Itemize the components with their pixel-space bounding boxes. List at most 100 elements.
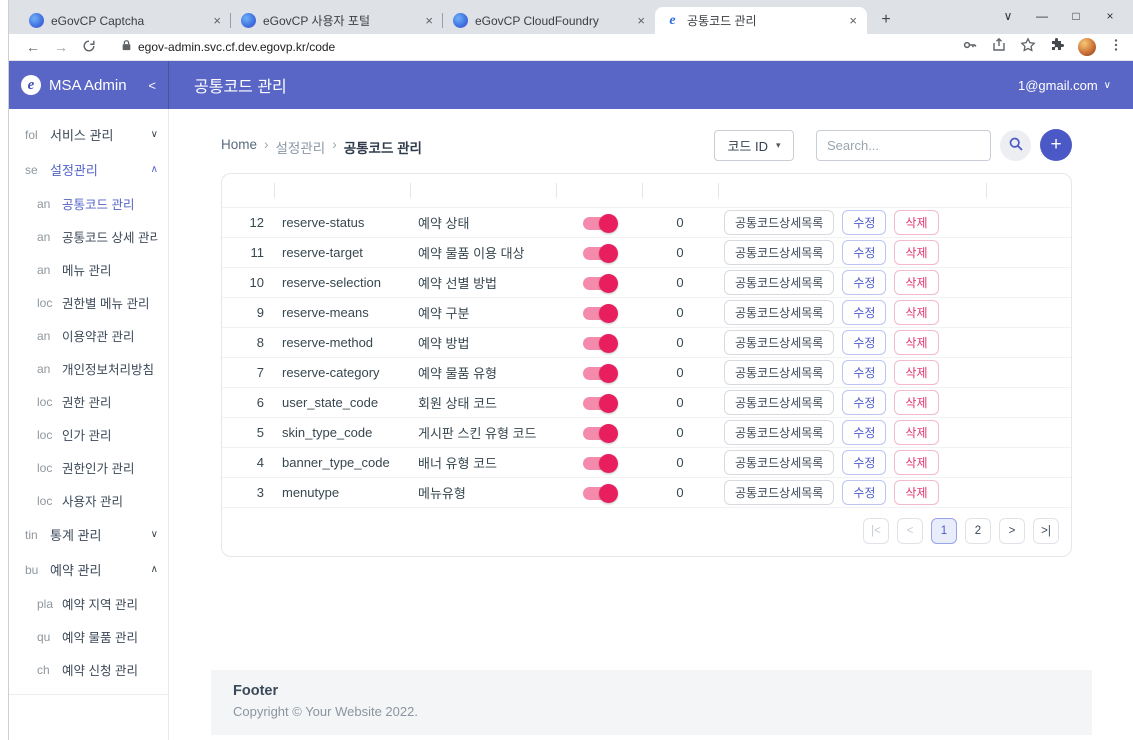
add-code-button[interactable]: + [1040, 129, 1072, 161]
pagination-first-button[interactable]: |< [863, 518, 889, 544]
edit-button[interactable]: 수정 [842, 480, 886, 505]
bookmark-star-icon[interactable] [1020, 37, 1036, 58]
edit-button[interactable]: 수정 [842, 300, 886, 325]
delete-button[interactable]: 삭제 [894, 480, 938, 505]
profile-avatar[interactable] [1078, 38, 1096, 56]
delete-button[interactable]: 삭제 [894, 390, 938, 415]
use-toggle[interactable] [583, 307, 616, 320]
use-toggle[interactable] [583, 367, 616, 380]
sidebar-collapse-icon[interactable]: < [148, 78, 156, 93]
browser-tab[interactable]: e eGovCP 사용자 포털 × [231, 7, 443, 34]
detail-list-button[interactable]: 공통코드상세목록 [724, 480, 834, 505]
browser-tab[interactable]: e eGovCP CloudFoundry × [443, 7, 655, 34]
detail-list-button[interactable]: 공통코드상세목록 [724, 360, 834, 385]
detail-list-button[interactable]: 공통코드상세목록 [724, 270, 834, 295]
table-header-cell [718, 174, 986, 207]
delete-button[interactable]: 삭제 [894, 210, 938, 235]
use-toggle[interactable] [583, 217, 616, 230]
pagination-page-2[interactable]: 2 [965, 518, 991, 544]
detail-list-button[interactable]: 공통코드상세목록 [724, 240, 834, 265]
edit-button[interactable]: 수정 [842, 330, 886, 355]
sidebar-item[interactable]: an 메뉴 관리 [9, 253, 168, 286]
edit-button[interactable]: 수정 [842, 420, 886, 445]
browser-menu-icon[interactable] [1109, 38, 1123, 57]
sidebar-item[interactable]: an 공통코드 상세 관리 [9, 220, 168, 253]
window-menu-icon[interactable]: ∨ [993, 5, 1023, 27]
sidebar-item[interactable]: loc 권한 관리 [9, 385, 168, 418]
tab-close-icon[interactable]: × [423, 13, 435, 28]
breadcrumb-settings[interactable]: 설정관리 [276, 137, 326, 157]
password-key-icon[interactable] [962, 37, 978, 58]
reload-icon[interactable] [82, 39, 96, 56]
sidebar-item[interactable]: pla 예약 지역 관리 [9, 587, 168, 620]
tab-close-icon[interactable]: × [635, 13, 647, 28]
detail-list-button[interactable]: 공통코드상세목록 [724, 210, 834, 235]
url-field[interactable]: egov-admin.svc.cf.dev.egovp.kr/code [111, 37, 946, 58]
delete-button[interactable]: 삭제 [894, 360, 938, 385]
window-minimize-icon[interactable]: — [1027, 5, 1057, 27]
sidebar-item[interactable]: loc 권한별 메뉴 관리 [9, 286, 168, 319]
edit-button[interactable]: 수정 [842, 270, 886, 295]
new-tab-button[interactable]: + [873, 7, 899, 33]
sidebar-item[interactable]: tin 통계 관리 ∨ [9, 517, 168, 552]
cell-code-id: user_state_code [274, 387, 410, 417]
sidebar-item[interactable]: ch 예약 신청 관리 [9, 653, 168, 686]
detail-list-button[interactable]: 공통코드상세목록 [724, 330, 834, 355]
use-toggle[interactable] [583, 457, 616, 470]
detail-list-button[interactable]: 공통코드상세목록 [724, 390, 834, 415]
edit-button[interactable]: 수정 [842, 450, 886, 475]
extensions-puzzle-icon[interactable] [1049, 37, 1065, 58]
window-close-icon[interactable]: × [1095, 5, 1125, 27]
share-icon[interactable] [991, 37, 1007, 58]
sidebar-item[interactable]: se 설정관리 ∧ [9, 152, 168, 187]
detail-list-button[interactable]: 공통코드상세목록 [724, 300, 834, 325]
pagination-last-button[interactable]: >| [1033, 518, 1059, 544]
pagination-prev-button[interactable]: < [897, 518, 923, 544]
edit-button[interactable]: 수정 [842, 240, 886, 265]
sidebar-item[interactable]: an 공통코드 관리 [9, 187, 168, 220]
use-toggle[interactable] [583, 487, 616, 500]
table-header-cell [642, 174, 718, 207]
browser-tab[interactable]: e 공통코드 관리 × [655, 7, 867, 34]
table-row: 10 reserve-selection 예약 선별 방법 0 공통코드상세목록… [222, 267, 1071, 297]
pagination-next-button[interactable]: > [999, 518, 1025, 544]
delete-button[interactable]: 삭제 [894, 270, 938, 295]
use-toggle[interactable] [583, 397, 616, 410]
filter-field-select[interactable]: 코드 ID ▾ [714, 130, 794, 161]
edit-button[interactable]: 수정 [842, 390, 886, 415]
edit-button[interactable]: 수정 [842, 210, 886, 235]
back-icon[interactable]: ← [26, 39, 40, 55]
window-maximize-icon[interactable]: □ [1061, 5, 1091, 27]
forward-icon[interactable]: → [54, 39, 68, 55]
sidebar-item[interactable]: loc 사용자 관리 [9, 484, 168, 517]
use-toggle[interactable] [583, 427, 616, 440]
delete-button[interactable]: 삭제 [894, 330, 938, 355]
user-menu[interactable]: 1@gmail.com ∨ [1018, 78, 1111, 93]
search-input[interactable] [816, 130, 991, 161]
sidebar-item[interactable]: an 이용약관 관리 [9, 319, 168, 352]
tab-close-icon[interactable]: × [847, 13, 859, 28]
use-toggle[interactable] [583, 337, 616, 350]
browser-tab-strip: e eGovCP Captcha × e eGovCP 사용자 포털 × e e… [9, 0, 1133, 34]
use-toggle[interactable] [583, 277, 616, 290]
delete-button[interactable]: 삭제 [894, 300, 938, 325]
use-toggle[interactable] [583, 247, 616, 260]
pagination-page-1[interactable]: 1 [931, 518, 957, 544]
search-button[interactable] [1000, 130, 1031, 161]
breadcrumb-home[interactable]: Home [221, 137, 257, 157]
sidebar-item[interactable]: qu 예약 물품 관리 [9, 620, 168, 653]
detail-list-button[interactable]: 공통코드상세목록 [724, 450, 834, 475]
tab-close-icon[interactable]: × [211, 13, 223, 28]
delete-button[interactable]: 삭제 [894, 450, 938, 475]
cell-code-id: skin_type_code [274, 417, 410, 447]
sidebar-item[interactable]: bu 예약 관리 ∧ [9, 552, 168, 587]
sidebar-item[interactable]: loc 권한인가 관리 [9, 451, 168, 484]
sidebar-item[interactable]: loc 인가 관리 [9, 418, 168, 451]
delete-button[interactable]: 삭제 [894, 240, 938, 265]
sidebar-item[interactable]: fol 서비스 관리 ∨ [9, 117, 168, 152]
delete-button[interactable]: 삭제 [894, 420, 938, 445]
sidebar-item[interactable]: an 개인정보처리방침 관 [9, 352, 168, 385]
edit-button[interactable]: 수정 [842, 360, 886, 385]
detail-list-button[interactable]: 공통코드상세목록 [724, 420, 834, 445]
browser-tab[interactable]: e eGovCP Captcha × [19, 7, 231, 34]
